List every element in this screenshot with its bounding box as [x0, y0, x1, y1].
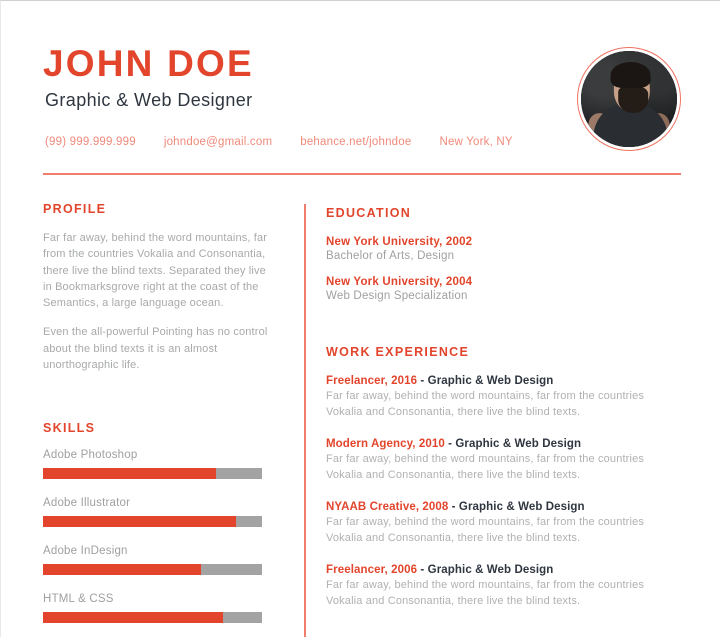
profile-paragraph: Even the all-powerful Pointing has no co… [43, 326, 268, 371]
work-description: Far far away, behind the word mountains,… [326, 515, 645, 544]
work-role: Graphic & Web Design [458, 500, 585, 513]
skill-progress-fill [43, 516, 236, 528]
work-description: Far far away, behind the word mountains,… [326, 452, 645, 481]
skill-progress-bar [43, 564, 262, 576]
work-description: Far far away, behind the word mountains,… [326, 578, 645, 607]
skill-item: Adobe Photoshop [43, 449, 273, 480]
work-heading: Freelancer, 2006 - Graphic & Web Design [326, 564, 666, 576]
work-item: NYAAB Creative, 2008 - Graphic & Web Des… [326, 501, 666, 547]
skill-item: Adobe InDesign [43, 545, 273, 576]
education-degree: Bachelor of Arts, Design [326, 250, 455, 262]
work-company: Freelancer, 2006 [326, 563, 418, 576]
skill-item: Adobe Illustrator [43, 497, 273, 528]
work-section-title: WORK EXPERIENCE [326, 345, 470, 359]
skill-progress-fill [43, 564, 201, 576]
work-role: Graphic & Web Design [427, 375, 554, 387]
skill-item: HTML & CSS [43, 593, 273, 624]
contact-row: (99) 999.999.999 johndoe@gmail.com behan… [45, 136, 513, 148]
work-company: NYAAB Creative, 2008 [326, 500, 449, 513]
contact-location: New York, NY [439, 136, 513, 148]
profile-section: PROFILE Far far away, behind the word mo… [43, 202, 273, 373]
resume-page: JOHN DOE Graphic & Web Designer (99) 999… [0, 0, 720, 637]
photo-beard [618, 87, 649, 113]
skill-progress-fill [43, 612, 223, 624]
skill-label: Adobe Illustrator [43, 497, 131, 510]
work-experience-section: WORK EXPERIENCE Freelancer, 2016 - Graph… [326, 345, 666, 610]
work-separator: - [417, 563, 428, 576]
skill-progress-bar [43, 612, 262, 624]
skills-section: SKILLS Adobe Photoshop Adobe Illustrator… [43, 421, 273, 637]
education-item: New York University, 2002 Bachelor of Ar… [326, 236, 666, 262]
work-company: Freelancer, 2016 [326, 375, 418, 387]
photo-hair [610, 62, 651, 88]
column-divider [304, 204, 306, 637]
work-heading: Modern Agency, 2010 - Graphic & Web Desi… [326, 438, 666, 450]
left-column: PROFILE Far far away, behind the word mo… [43, 202, 273, 637]
education-item: New York University, 2004 Web Design Spe… [326, 276, 666, 302]
work-item: Freelancer, 2016 - Graphic & Web Design … [326, 375, 666, 421]
skill-progress-bar [43, 516, 262, 528]
header-divider [43, 173, 681, 175]
skill-label: Adobe Photoshop [43, 449, 138, 462]
education-school: New York University, 2002 [326, 236, 473, 248]
work-separator: - [448, 500, 459, 513]
contact-portfolio-link[interactable]: behance.net/johndoe [300, 136, 411, 148]
right-column: EDUCATION New York University, 2002 Bach… [326, 206, 666, 627]
profile-section-title: PROFILE [43, 202, 107, 216]
contact-phone[interactable]: (99) 999.999.999 [45, 136, 136, 148]
work-description: Far far away, behind the word mountains,… [326, 390, 645, 418]
work-role: Graphic & Web Design [427, 563, 554, 576]
education-section: EDUCATION New York University, 2002 Bach… [326, 206, 666, 302]
avatar [577, 47, 681, 151]
skill-label: HTML & CSS [43, 593, 114, 606]
work-company: Modern Agency, 2010 [326, 437, 445, 450]
avatar-photo [581, 51, 677, 147]
work-role: Graphic & Web Design [455, 437, 582, 450]
work-item: Freelancer, 2006 - Graphic & Web Design … [326, 564, 666, 610]
skill-progress-bar [43, 468, 262, 480]
work-separator: - [444, 437, 456, 450]
education-degree: Web Design Specialization [326, 290, 468, 302]
work-heading: Freelancer, 2016 - Graphic & Web Design [326, 375, 666, 387]
skills-section-title: SKILLS [43, 421, 96, 436]
education-section-title: EDUCATION [326, 206, 412, 220]
work-heading: NYAAB Creative, 2008 - Graphic & Web Des… [326, 501, 666, 513]
profile-paragraph: Far far away, behind the word mountains,… [43, 232, 268, 310]
contact-email[interactable]: johndoe@gmail.com [164, 136, 272, 148]
education-school: New York University, 2004 [326, 276, 473, 288]
skill-label: Adobe InDesign [43, 545, 128, 558]
work-item: Modern Agency, 2010 - Graphic & Web Desi… [326, 438, 666, 484]
resume-header: JOHN DOE Graphic & Web Designer (99) 999… [43, 44, 681, 163]
work-separator: - [417, 375, 428, 387]
skill-progress-fill [43, 468, 216, 480]
